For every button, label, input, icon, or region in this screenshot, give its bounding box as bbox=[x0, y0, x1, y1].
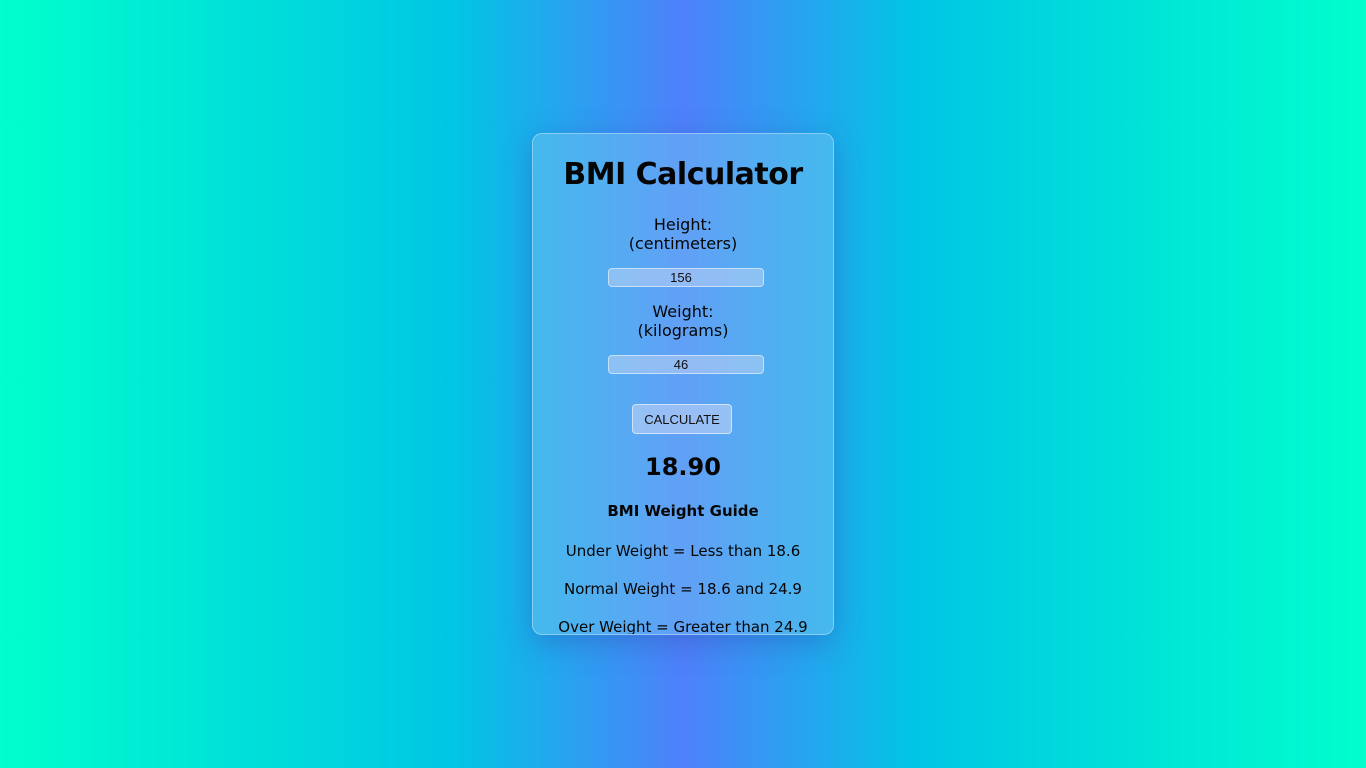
weight-unit-text: (kilograms) bbox=[637, 321, 729, 340]
height-label: Height: (centimeters) bbox=[533, 215, 833, 253]
bmi-calculator-card: BMI Calculator Height: (centimeters) Wei… bbox=[532, 133, 834, 635]
weight-label: Weight: (kilograms) bbox=[533, 302, 833, 340]
height-input[interactable] bbox=[608, 268, 764, 287]
guide-title: BMI Weight Guide bbox=[607, 502, 759, 520]
guide-overweight: Over Weight = Greater than 24.9 bbox=[558, 618, 808, 635]
weight-label-text: Weight: bbox=[652, 302, 714, 321]
height-unit-text: (centimeters) bbox=[628, 234, 738, 253]
weight-input[interactable] bbox=[608, 355, 764, 374]
calculate-button[interactable]: CALCULATE bbox=[632, 404, 732, 434]
bmi-result: 18.90 bbox=[645, 453, 721, 481]
guide-normal-weight: Normal Weight = 18.6 and 24.9 bbox=[564, 580, 802, 598]
guide-underweight: Under Weight = Less than 18.6 bbox=[565, 542, 801, 560]
page-title: BMI Calculator bbox=[563, 157, 803, 192]
height-label-text: Height: bbox=[653, 215, 713, 234]
